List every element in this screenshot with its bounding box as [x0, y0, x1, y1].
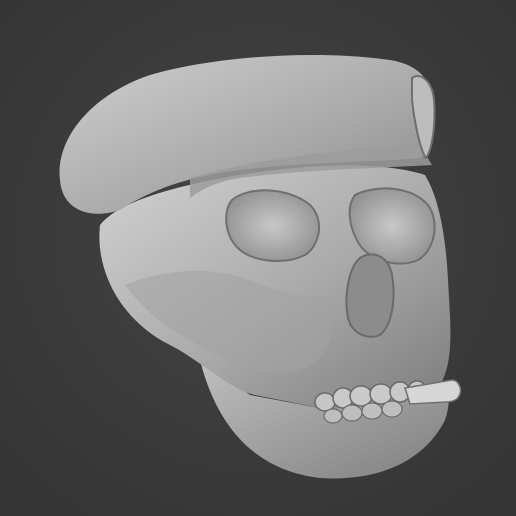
- 3d-viewport[interactable]: [0, 0, 516, 516]
- skull-sculpt-render: [0, 0, 516, 516]
- left-eye-socket: [225, 189, 321, 262]
- nasal-cavity: [345, 253, 395, 338]
